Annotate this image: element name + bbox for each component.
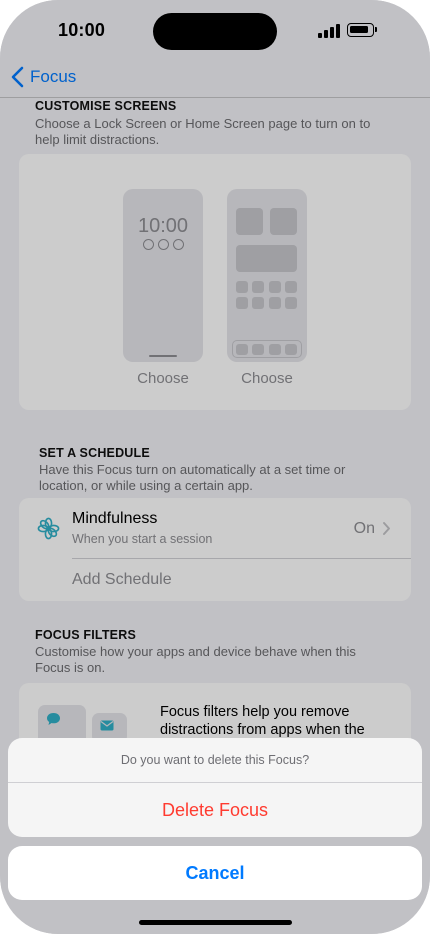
delete-focus-button[interactable]: Delete Focus [8, 783, 422, 837]
cancel-button[interactable]: Cancel [8, 846, 422, 900]
home-indicator[interactable] [139, 920, 292, 925]
delete-focus-action-sheet: Do you want to delete this Focus? Delete… [8, 738, 422, 837]
action-sheet-message: Do you want to delete this Focus? [120, 753, 310, 767]
phone-frame: 10:00 Focus CUSTOMISE SCREENS Choose a L… [0, 0, 430, 934]
